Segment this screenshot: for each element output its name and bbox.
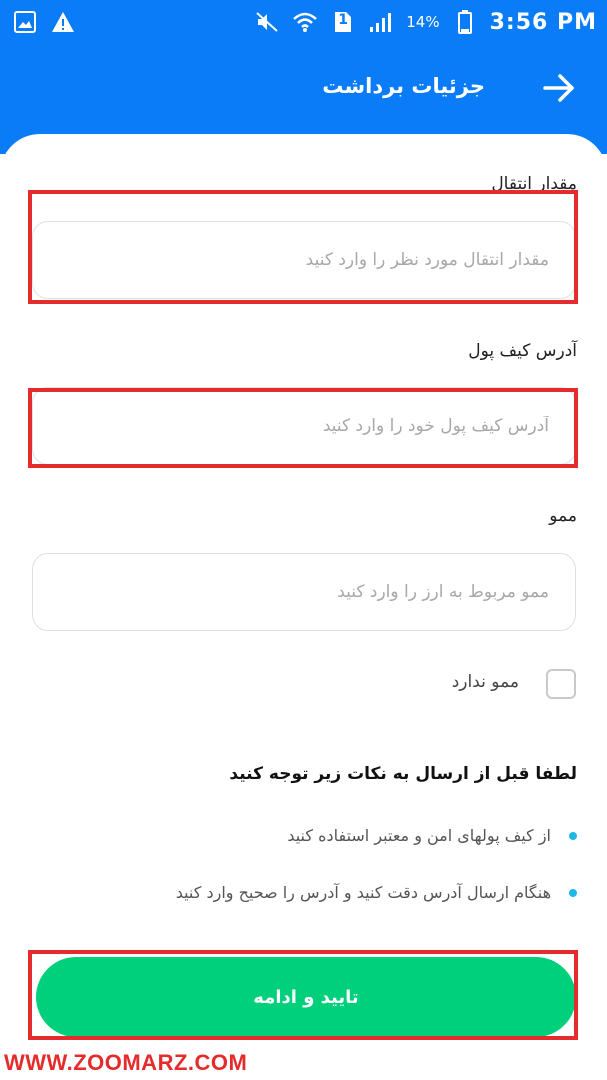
- notice-item-text: هنگام ارسال آدرس دقت کنید و آدرس را صحیح…: [175, 883, 551, 902]
- notice-title: لطفا قبل از ارسال به نکات زیر توجه کنید: [229, 764, 577, 784]
- page-title: جزئیات برداشت: [322, 74, 485, 98]
- mute-icon: [254, 9, 280, 35]
- confirm-continue-button[interactable]: تایید و ادامه: [36, 957, 576, 1037]
- amount-label: مقدار انتقال: [491, 174, 577, 194]
- notice-item-text: از کیف پولهای امن و معتبر استفاده کنید: [287, 826, 551, 845]
- wifi-icon: [292, 9, 318, 35]
- arrow-right-icon: [543, 74, 574, 102]
- bullet-dot-icon: [569, 888, 577, 897]
- sim-icon: 1: [330, 9, 356, 35]
- memo-label: ممو: [549, 506, 577, 526]
- status-bar-left: [12, 9, 76, 35]
- no-memo-label: ممو ندارد: [451, 672, 519, 692]
- address-field: [32, 387, 576, 465]
- clock: 3:56 PM: [489, 9, 597, 35]
- notice-item: از کیف پولهای امن و معتبر استفاده کنید: [287, 826, 577, 845]
- back-button[interactable]: [541, 70, 577, 106]
- gallery-icon: [12, 9, 38, 35]
- status-bar: 1 14% 3:56 PM: [0, 0, 607, 44]
- notice-item: هنگام ارسال آدرس دقت کنید و آدرس را صحیح…: [176, 883, 577, 902]
- sim-slot-number: 1: [338, 12, 348, 28]
- amount-input[interactable]: [33, 250, 549, 270]
- signal-icon: [368, 9, 394, 35]
- confirm-continue-label: تایید و ادامه: [253, 986, 359, 1008]
- status-bar-right: 1 14% 3:56 PM: [254, 9, 597, 35]
- watermark: WWW.ZOOMARZ.COM: [4, 1050, 248, 1075]
- battery-icon: [452, 9, 478, 35]
- bullet-dot-icon: [569, 831, 577, 840]
- amount-field: [32, 221, 576, 299]
- memo-input[interactable]: [33, 582, 549, 602]
- address-input[interactable]: [33, 416, 549, 436]
- memo-field: [32, 553, 576, 631]
- battery-percent: 14%: [406, 13, 440, 31]
- warning-icon: [50, 9, 76, 35]
- no-memo-checkbox[interactable]: [546, 669, 576, 699]
- address-label: آدرس کیف پول: [468, 341, 577, 361]
